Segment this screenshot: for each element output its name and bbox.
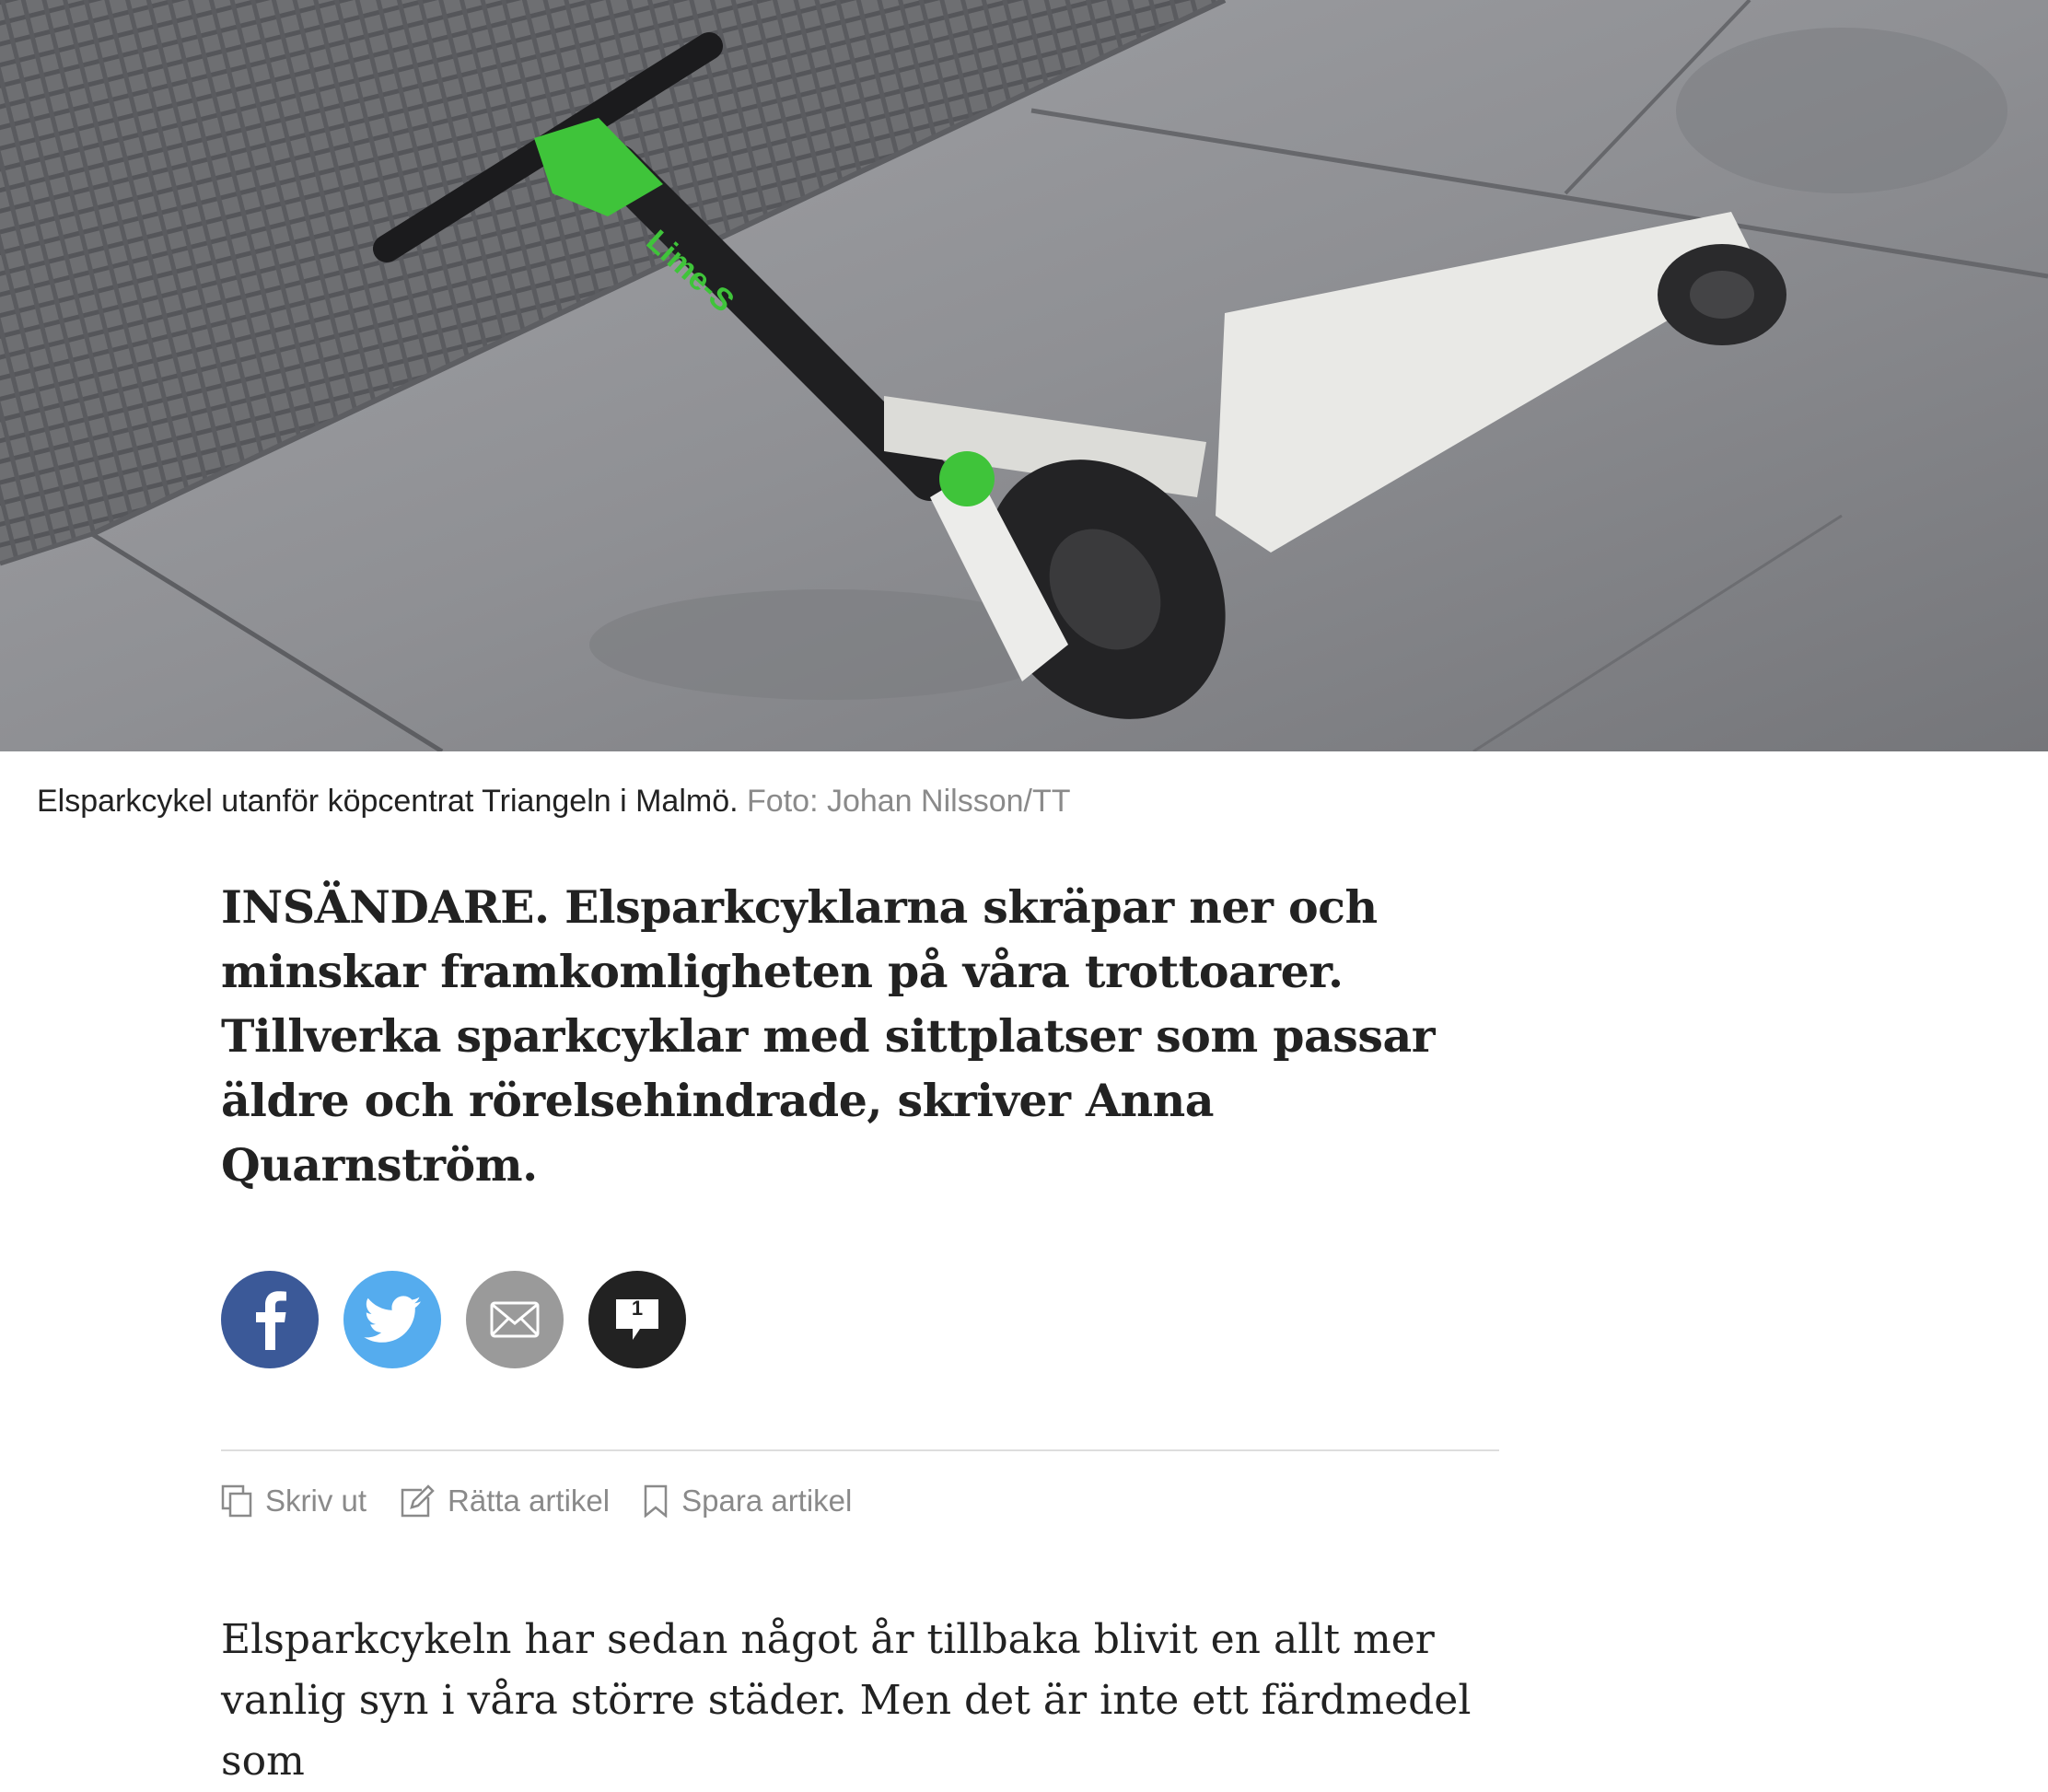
- share-mail-button[interactable]: [466, 1271, 564, 1368]
- edit-icon: [401, 1484, 435, 1518]
- divider: [221, 1449, 1499, 1451]
- bookmark-icon: [644, 1484, 668, 1518]
- mail-icon: [490, 1301, 540, 1338]
- twitter-icon: [364, 1296, 421, 1343]
- share-facebook-button[interactable]: [221, 1271, 319, 1368]
- article-paragraph: Elsparkcykeln har sedan något år tillbak…: [221, 1616, 1472, 1785]
- article-tools: Skriv ut Rätta artikel Spara artikel: [221, 1478, 852, 1524]
- caption-text: Elsparkcykel utanför köpcentrat Triangel…: [37, 784, 739, 819]
- comments-button[interactable]: 1: [588, 1271, 686, 1368]
- article-header: INSÄNDARE. Elsparkcyklarna skräpar ner o…: [221, 875, 1501, 1197]
- image-caption: Elsparkcykel utanför köpcentrat Triangel…: [37, 781, 1971, 821]
- print-button[interactable]: Skriv ut: [221, 1484, 367, 1519]
- scooter-photo: Lime-S: [0, 0, 2048, 751]
- save-label: Spara artikel: [681, 1484, 853, 1518]
- hero-image: Lime-S: [0, 0, 2048, 751]
- comment-count: 1: [631, 1297, 644, 1320]
- article-lead: INSÄNDARE. Elsparkcyklarna skräpar ner o…: [221, 880, 1436, 1192]
- correct-label: Rätta artikel: [448, 1484, 611, 1518]
- correct-article-button[interactable]: Rätta artikel: [400, 1484, 610, 1519]
- print-icon: [221, 1484, 252, 1518]
- facebook-icon: [256, 1291, 286, 1350]
- share-bar: 1: [221, 1271, 686, 1368]
- save-article-button[interactable]: Spara artikel: [643, 1484, 852, 1519]
- photo-credit: Foto: Johan Nilsson/TT: [747, 784, 1071, 819]
- print-label: Skriv ut: [265, 1484, 367, 1518]
- share-twitter-button[interactable]: [343, 1271, 441, 1368]
